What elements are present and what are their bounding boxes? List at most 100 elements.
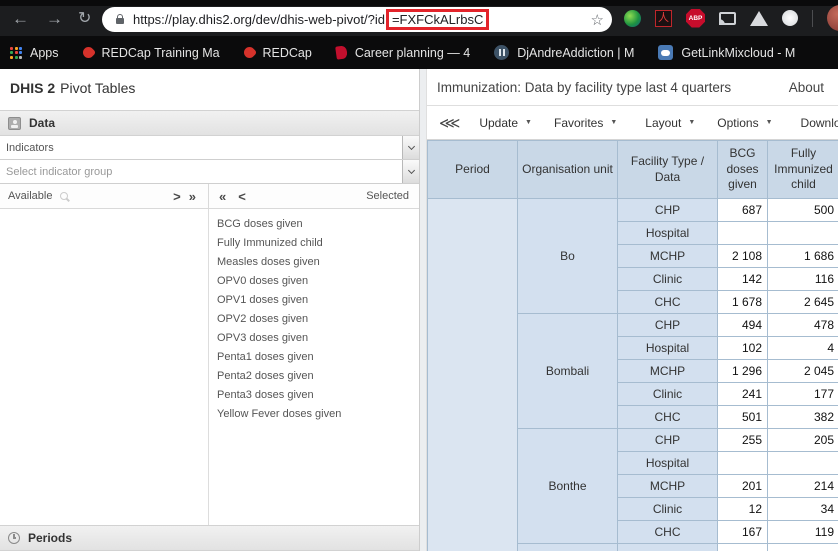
layout-button[interactable]: Layout ▼ [634,112,706,134]
selected-item[interactable]: Fully Immunized child [209,234,419,253]
dual-list-toolbar: Available > » « < Selected [0,184,419,209]
selected-item[interactable]: OPV2 doses given [209,310,419,329]
extension-circle-icon[interactable] [782,10,798,26]
periods-accordion-header[interactable]: Periods [0,525,419,551]
selected-item[interactable]: Measles doses given [209,253,419,272]
value-cell: 255 [718,429,768,452]
selected-list[interactable]: BCG doses givenFully Immunized childMeas… [209,209,419,525]
search-icon[interactable] [60,192,68,200]
value-cell: 205 [768,429,838,452]
indicator-group-select[interactable]: Select indicator group [0,160,419,184]
facility-type-cell: MCHP [618,475,718,498]
download-button-label: Download [801,116,838,130]
bookmark-item[interactable]: Career planning — 4 [336,46,470,60]
adobe-acrobat-extension-icon[interactable]: 人 [655,10,672,27]
indicators-select[interactable]: Indicators [0,136,419,160]
favorite-title-bar: Immunization: Data by facility type last… [427,69,838,106]
facility-type-cell: Clinic [618,498,718,521]
url-text[interactable]: https://play.dhis2.org/dev/dhis-web-pivo… [133,9,591,30]
facility-type-cell: Clinic [618,268,718,291]
reload-icon[interactable]: ↻ [78,8,91,30]
value-cell: 102 [718,337,768,360]
bookmark-item[interactable]: Apps [10,46,59,60]
about-link[interactable]: About [789,80,824,95]
forward-icon[interactable]: → [46,8,63,30]
move-all-left-icon[interactable]: « [219,190,226,203]
indicator-group-select-button[interactable] [402,160,419,183]
move-all-right-icon[interactable]: » [189,190,196,203]
available-toolbar: Available > » [0,184,209,208]
idm-extension-icon[interactable] [624,10,641,27]
value-cell: 687 [718,199,768,222]
selected-label: Selected [366,190,409,202]
facility-type-cell: Hospital [618,337,718,360]
back-icon[interactable]: ← [12,8,29,30]
facility-type-cell: Clinic [618,383,718,406]
value-cell: 1 686 [768,245,838,268]
selected-item[interactable]: Penta3 doses given [209,386,419,405]
drive-extension-icon[interactable] [750,11,768,26]
value-cell: 2 645 [768,291,838,314]
facility-type-cell: Hospital [618,452,718,475]
facility-type-cell: CHP [618,314,718,337]
partial-cell [718,544,768,551]
options-button[interactable]: Options ▼ [706,112,783,134]
facility-type-cell: MCHP [618,360,718,383]
facility-type-cell: CHC [618,406,718,429]
selected-item[interactable]: Penta1 doses given [209,348,419,367]
favorites-button[interactable]: Favorites ▼ [543,112,628,134]
adblock-plus-extension-icon[interactable]: ABP [686,9,705,28]
value-cell [768,452,838,475]
org-unit-cell: Bonthe [518,429,618,544]
options-button-label: Options [717,116,758,130]
drop-icon [241,45,257,61]
pause-icon [494,45,509,60]
cast-icon[interactable] [719,12,736,25]
value-cell: 167 [718,521,768,544]
panel-splitter[interactable] [420,69,427,551]
value-cell: 2 108 [718,245,768,268]
collapse-panel-icon[interactable]: ⋘ [439,114,458,132]
selected-item[interactable]: OPV1 doses given [209,291,419,310]
pivot-toolbar: ⋘ Update ▼ Favorites ▼ Layout ▼ Options … [427,106,838,140]
data-icon [8,117,21,130]
indicators-select-button[interactable] [402,136,419,159]
selected-item[interactable]: OPV3 doses given [209,329,419,348]
partial-cell [768,544,838,551]
selected-item[interactable]: OPV0 doses given [209,272,419,291]
value-cell: 214 [768,475,838,498]
value-cell [718,452,768,475]
move-selected-right-icon[interactable]: > [173,190,181,203]
dual-list: BCG doses givenFully Immunized childMeas… [0,209,419,525]
bookmark-item[interactable]: GetLinkMixcloud - M [658,45,795,60]
bookmark-item[interactable]: DjAndreAddiction | M [494,45,634,60]
bookmark-star-icon[interactable]: ☆ [591,11,604,29]
selected-item[interactable]: Penta2 doses given [209,367,419,386]
available-list[interactable] [0,209,209,525]
facility-type-cell: MCHP [618,245,718,268]
caret-down-icon: ▼ [766,119,773,126]
bookmark-item[interactable]: REDCap Training Mat [83,46,220,60]
data-accordion-header[interactable]: Data [0,110,419,136]
partial-cell [618,544,718,551]
bookmarks-bar: Apps REDCap Training Mat REDCap Career plan… [0,36,838,69]
bookmark-item[interactable]: REDCap [244,46,312,60]
selected-item[interactable]: Yellow Fever doses given [209,405,419,424]
value-cell: 1 296 [718,360,768,383]
update-button[interactable]: Update ▼ [468,112,543,134]
profile-avatar[interactable] [827,5,838,31]
caret-down-icon: ▼ [525,119,532,126]
selected-item[interactable]: BCG doses given [209,215,419,234]
address-bar[interactable]: https://play.dhis2.org/dev/dhis-web-pivo… [102,7,612,32]
url-prefix: https://play.dhis2.org/dev/dhis-web-pivo… [133,12,385,27]
col-header-fully-immunized: Fully Immunized child [768,141,838,199]
download-button[interactable]: Download ▼ [790,112,838,134]
chevron-down-icon [407,167,414,174]
move-selected-left-icon[interactable]: < [238,190,246,203]
browser-toolbar: ← → ↻ https://play.dhis2.org/dev/dhis-we… [0,0,838,36]
bookmark-label: GetLinkMixcloud - M [681,46,795,60]
pivot-table: Period Organisation unit Facility Type /… [427,140,838,551]
dhis2-pivot-app: DHIS 2 Pivot Tables Data Indicators Sele… [0,69,838,551]
value-cell: 34 [768,498,838,521]
value-cell: 201 [718,475,768,498]
